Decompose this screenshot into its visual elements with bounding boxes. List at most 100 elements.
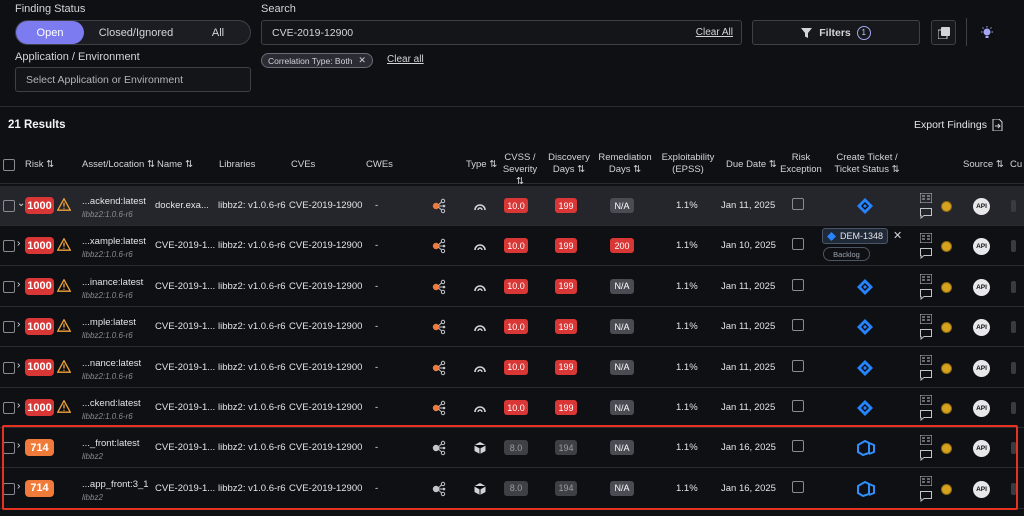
- graph-icon[interactable]: [431, 400, 447, 419]
- status-open-option[interactable]: Open: [16, 21, 84, 44]
- col-remediation[interactable]: Remediation Days ⇅: [597, 152, 653, 176]
- cve-id[interactable]: CVE-2019-12900: [289, 200, 362, 211]
- notes-icon[interactable]: [919, 394, 933, 408]
- finding-name[interactable]: docker.exa...: [155, 200, 209, 211]
- table-row[interactable]: › 1000 ...mple:latest libbz2:1.0.6-r6 CVE-20…: [0, 307, 1024, 348]
- notes-icon[interactable]: [919, 192, 933, 206]
- close-icon[interactable]: ✕: [358, 55, 366, 66]
- row-checkbox[interactable]: [3, 482, 15, 495]
- asset-location[interactable]: ...nance:latest: [82, 358, 141, 369]
- table-row[interactable]: › 1000 ...nance:latest libbz2:1.0.6-r6 CVE-2…: [0, 348, 1024, 388]
- status-all-option[interactable]: All: [188, 21, 248, 44]
- finding-name[interactable]: CVE-2019-1...: [155, 402, 215, 413]
- cve-id[interactable]: CVE-2019-12900: [289, 321, 362, 332]
- risk-exception-checkbox[interactable]: [792, 440, 804, 453]
- asset-location[interactable]: ...app_front:3_1: [82, 479, 149, 490]
- app-env-select[interactable]: Select Application or Environment: [15, 67, 251, 92]
- risk-exception-checkbox[interactable]: [792, 359, 804, 372]
- col-discovery[interactable]: Discovery Days ⇅: [547, 152, 591, 176]
- risk-exception-checkbox[interactable]: [792, 319, 804, 332]
- ticket-popup[interactable]: DEM-1348: [822, 228, 888, 244]
- col-type[interactable]: Type ⇅: [466, 159, 497, 171]
- search-input[interactable]: CVE-2019-12900 Clear All: [261, 20, 742, 45]
- finding-name[interactable]: CVE-2019-1...: [155, 483, 215, 494]
- correlation-chip[interactable]: Correlation Type: Both ✕: [261, 53, 373, 68]
- graph-icon[interactable]: [431, 238, 447, 257]
- chevron-right-icon[interactable]: ›: [17, 238, 20, 249]
- risk-exception-checkbox[interactable]: [792, 278, 804, 291]
- row-checkbox[interactable]: [3, 361, 15, 374]
- asset-location[interactable]: ...ckend:latest: [82, 398, 141, 409]
- jira-icon[interactable]: [857, 400, 873, 419]
- comment-icon[interactable]: [920, 208, 932, 222]
- export-findings-button[interactable]: Export Findings: [914, 119, 1003, 131]
- graph-icon[interactable]: [431, 481, 447, 500]
- col-due-date[interactable]: Due Date ⇅: [726, 159, 777, 171]
- chevron-right-icon[interactable]: ›: [17, 481, 20, 492]
- cve-id[interactable]: CVE-2019-12900: [289, 281, 362, 292]
- notes-icon[interactable]: [919, 232, 933, 246]
- comment-icon[interactable]: [920, 450, 932, 464]
- chevron-right-icon[interactable]: ›: [17, 279, 20, 290]
- chevron-right-icon[interactable]: ›: [17, 360, 20, 371]
- insights-button[interactable]: [974, 20, 999, 45]
- graph-icon[interactable]: [431, 198, 447, 217]
- notes-icon[interactable]: [919, 354, 933, 368]
- risk-exception-checkbox[interactable]: [792, 400, 804, 412]
- jira-icon[interactable]: [857, 359, 873, 379]
- table-row[interactable]: › 714 ..._front:latest libbz2 CVE-2019-1... l…: [0, 428, 1024, 469]
- cve-id[interactable]: CVE-2019-12900: [289, 483, 362, 494]
- clear-all-chips-link[interactable]: Clear all: [387, 54, 424, 65]
- asset-location[interactable]: ..._front:latest: [82, 438, 140, 449]
- finding-name[interactable]: CVE-2019-1...: [155, 240, 215, 251]
- comment-icon[interactable]: [920, 369, 932, 384]
- col-asset[interactable]: Asset/Location ⇅: [82, 159, 155, 171]
- cve-id[interactable]: CVE-2019-12900: [289, 362, 362, 373]
- finding-name[interactable]: CVE-2019-1...: [155, 281, 215, 292]
- jira-icon[interactable]: [857, 198, 873, 217]
- select-all-checkbox[interactable]: [3, 159, 15, 171]
- col-source[interactable]: Source ⇅: [963, 159, 1004, 171]
- cve-id[interactable]: CVE-2019-12900: [289, 240, 362, 251]
- col-cvss[interactable]: CVSS / Severity ⇅: [500, 152, 540, 188]
- row-checkbox[interactable]: [3, 402, 15, 414]
- asset-location[interactable]: ...ackend:latest: [82, 196, 146, 207]
- comment-icon[interactable]: [920, 329, 932, 343]
- cve-id[interactable]: CVE-2019-12900: [289, 442, 362, 453]
- chevron-right-icon[interactable]: ›: [17, 319, 20, 330]
- comment-icon[interactable]: [920, 248, 932, 262]
- asset-location[interactable]: ...mple:latest: [82, 317, 136, 328]
- asset-location[interactable]: ...inance:latest: [82, 277, 143, 288]
- row-checkbox[interactable]: [3, 442, 15, 455]
- graph-icon[interactable]: [431, 319, 447, 338]
- notes-icon[interactable]: [919, 475, 933, 489]
- asset-location[interactable]: ...xample:latest: [82, 236, 146, 247]
- finding-name[interactable]: CVE-2019-1...: [155, 321, 215, 332]
- col-risk[interactable]: Risk ⇅: [25, 159, 54, 171]
- clear-all-link[interactable]: Clear All: [696, 27, 733, 38]
- graph-icon[interactable]: [431, 440, 447, 459]
- comment-icon[interactable]: [920, 490, 932, 505]
- row-checkbox[interactable]: [3, 321, 15, 334]
- comment-icon[interactable]: [920, 288, 932, 303]
- row-checkbox[interactable]: [3, 240, 15, 253]
- row-checkbox[interactable]: [3, 280, 15, 293]
- azure-devops-icon[interactable]: [857, 480, 875, 500]
- risk-exception-checkbox[interactable]: [792, 198, 804, 210]
- notes-icon[interactable]: [919, 313, 933, 327]
- risk-exception-checkbox[interactable]: [792, 238, 804, 251]
- status-closed-option[interactable]: Closed/Ignored: [84, 21, 188, 44]
- table-row[interactable]: › 1000 ...ckend:latest libbz2:1.0.6-r6 CVE-2…: [0, 388, 1024, 428]
- chevron-right-icon[interactable]: ›: [17, 400, 20, 411]
- notes-icon[interactable]: [919, 434, 933, 448]
- copy-button[interactable]: [931, 20, 956, 45]
- graph-icon[interactable]: [431, 279, 447, 298]
- finding-name[interactable]: CVE-2019-1...: [155, 362, 215, 373]
- table-row[interactable]: ⌄ 1000 ...ackend:latest libbz2:1.0.6-r6 dock…: [0, 186, 1024, 226]
- comment-icon[interactable]: [920, 410, 932, 424]
- row-checkbox[interactable]: [3, 200, 15, 212]
- notes-icon[interactable]: [919, 273, 933, 287]
- table-row[interactable]: › 1000 ...inance:latest libbz2:1.0.6-r6 CVE-…: [0, 267, 1024, 307]
- close-icon[interactable]: ✕: [893, 229, 902, 242]
- finding-name[interactable]: CVE-2019-1...: [155, 442, 215, 453]
